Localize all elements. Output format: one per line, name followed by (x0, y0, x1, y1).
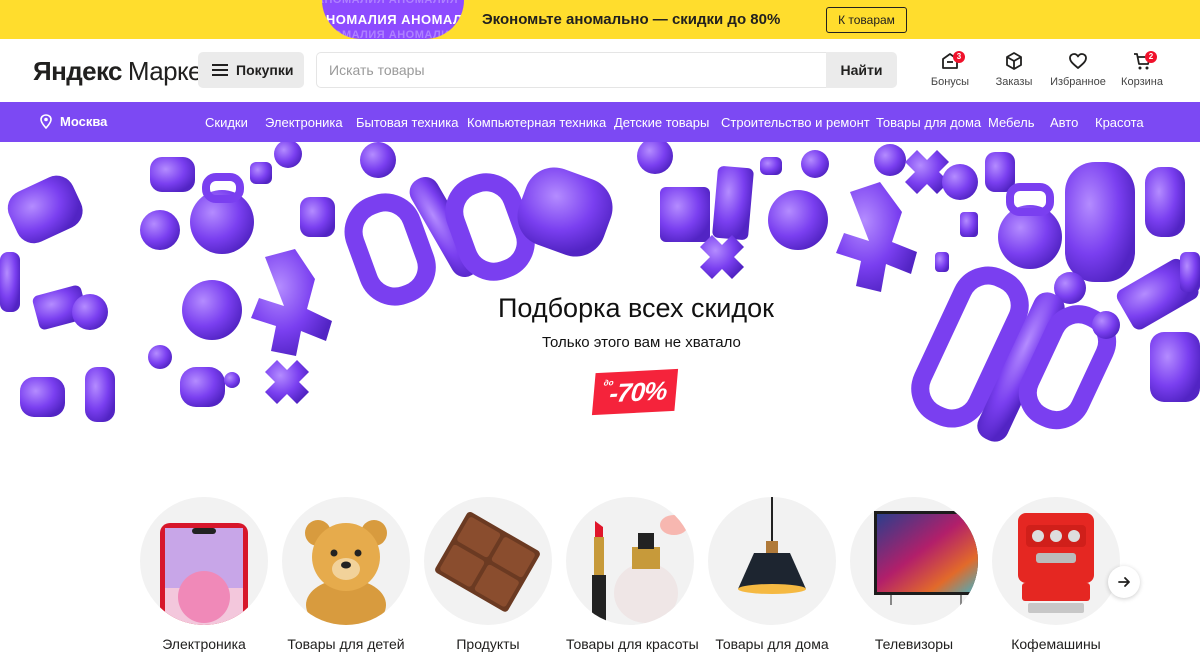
cosmetics-icon (566, 497, 694, 625)
orders-icon (1006, 52, 1022, 70)
category-kids[interactable]: Товары для детей (282, 497, 410, 652)
city-selector[interactable]: Москва (40, 114, 107, 129)
discount-tag: до -70% (591, 368, 679, 416)
bonus-badge: 3 (953, 51, 965, 63)
purchases-button[interactable]: Покупки (198, 52, 304, 88)
orders-link[interactable]: Заказы (984, 51, 1044, 91)
banner-subtitle: Только этого вам не хватало (542, 334, 741, 351)
anomaly-badge: АНОМАЛИЯ АНОМАЛИЯ АНОМАЛИЯ АНОМАЛИЯ АНОМ… (322, 0, 464, 39)
lamp-icon (708, 497, 836, 625)
category-electronics[interactable]: Электроника (140, 497, 268, 652)
category-nav: Москва Скидки Электроника Бытовая техник… (0, 102, 1200, 142)
category-beauty[interactable]: Товары для красоты (566, 497, 699, 652)
teddy-bear-icon (282, 497, 410, 625)
nav-item-furniture[interactable]: Мебель (988, 115, 1035, 130)
favorites-link[interactable]: Избранное (1048, 51, 1108, 91)
smartphone-icon (140, 497, 268, 625)
arrow-right-icon (1118, 577, 1130, 587)
cart-link[interactable]: 2 Корзина (1112, 51, 1172, 91)
tv-icon (850, 497, 978, 625)
to-products-button[interactable]: К товарам (826, 7, 907, 33)
nav-item-kids[interactable]: Детские товары (614, 115, 709, 130)
nav-item-home[interactable]: Товары для дома (876, 115, 981, 130)
logo[interactable]: Яндекс Маркет (33, 56, 213, 87)
nav-item-auto[interactable]: Авто (1050, 115, 1078, 130)
coffee-machine-icon (992, 497, 1120, 625)
menu-icon (212, 64, 228, 76)
chocolate-icon (424, 497, 552, 625)
nav-item-construction[interactable]: Строительство и ремонт (721, 115, 870, 130)
search-input[interactable] (316, 52, 826, 88)
carousel-next-button[interactable] (1108, 566, 1140, 598)
sales-banner[interactable]: Подборка всех скидок Только этого вам не… (0, 142, 1200, 442)
nav-item-computers[interactable]: Компьютерная техника (467, 115, 606, 130)
category-products[interactable]: Продукты (424, 497, 552, 652)
banner-title: Подборка всех скидок (498, 293, 774, 323)
favorites-icon (1069, 53, 1087, 69)
category-coffee-machines[interactable]: Кофемашины (992, 497, 1120, 652)
nav-item-electronics[interactable]: Электроника (265, 115, 343, 130)
bonus-link[interactable]: 3 Бонусы (920, 51, 980, 91)
promo-bar: АНОМАЛИЯ АНОМАЛИЯ АНОМАЛИЯ АНОМАЛИЯ АНОМ… (0, 0, 1200, 39)
search-button[interactable]: Найти (826, 52, 897, 88)
nav-item-appliances[interactable]: Бытовая техника (356, 115, 458, 130)
location-pin-icon (40, 114, 52, 129)
header: ЯндексМаркет Покупки Найти 3 Бонусы Зака… (0, 39, 1200, 102)
category-carousel: Электроника Товары для детей Продукты То… (140, 497, 1140, 664)
cart-badge: 2 (1145, 51, 1157, 63)
nav-item-beauty[interactable]: Красота (1095, 115, 1144, 130)
category-home[interactable]: Товары для дома (708, 497, 836, 652)
promo-text: Экономьте аномально — скидки до 80% (482, 11, 781, 28)
nav-item-sales[interactable]: Скидки (205, 115, 248, 130)
category-tv[interactable]: Телевизоры (850, 497, 978, 652)
